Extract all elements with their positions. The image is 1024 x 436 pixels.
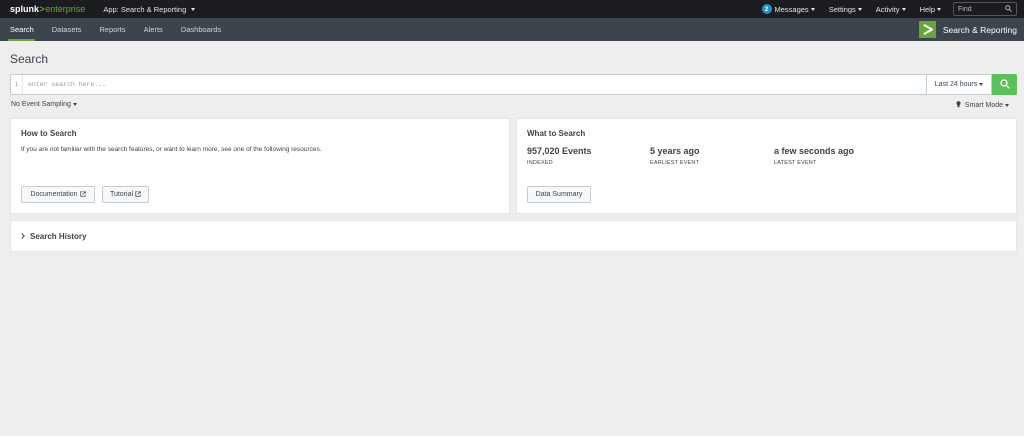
app-chevron-icon bbox=[918, 21, 936, 38]
caret-down-icon bbox=[937, 7, 941, 11]
settings-menu[interactable]: Settings bbox=[829, 5, 862, 14]
lightbulb-icon bbox=[956, 101, 961, 110]
documentation-button[interactable]: Documentation bbox=[21, 186, 95, 203]
caret-down-icon bbox=[191, 7, 196, 11]
messages-menu[interactable]: 2 Messages bbox=[761, 4, 815, 14]
search-field: 1 bbox=[10, 74, 926, 95]
search-button[interactable] bbox=[992, 74, 1017, 95]
documentation-label: Documentation bbox=[30, 191, 78, 198]
line-number: 1 bbox=[11, 75, 23, 94]
stat-value: 957,020 Events bbox=[527, 146, 592, 156]
help-menu[interactable]: Help bbox=[920, 5, 941, 14]
caret-down-icon bbox=[810, 7, 815, 11]
help-label: Help bbox=[919, 4, 935, 14]
search-bar: 1 Last 24 hours bbox=[10, 74, 1017, 95]
what-to-search-title: What to Search bbox=[527, 129, 586, 138]
stat-label: INDEXED bbox=[527, 160, 553, 166]
tab-datasets[interactable]: Datasets bbox=[43, 18, 91, 41]
how-to-search-text: If you are not familiar with the search … bbox=[21, 146, 322, 153]
tab-reports[interactable]: Reports bbox=[90, 18, 134, 41]
app-menu[interactable]: App: Search & Reporting bbox=[103, 4, 196, 14]
caret-down-icon bbox=[72, 103, 77, 106]
tab-dashboards[interactable]: Dashboards bbox=[172, 18, 230, 41]
caret-down-icon bbox=[979, 83, 984, 86]
stat-latest-event: a few seconds ago LATEST EVENT bbox=[774, 146, 854, 166]
search-icon[interactable] bbox=[1005, 4, 1012, 14]
tutorial-label: Tutorial bbox=[109, 191, 134, 198]
how-to-search-title: How to Search bbox=[21, 129, 77, 138]
event-sampling-dropdown[interactable]: No Event Sampling bbox=[11, 101, 77, 108]
activity-label: Activity bbox=[875, 4, 900, 14]
tutorial-button[interactable]: Tutorial bbox=[102, 186, 149, 203]
search-history-panel: Search History bbox=[10, 220, 1017, 252]
event-sampling-label: No Event Sampling bbox=[11, 101, 71, 108]
caret-down-icon bbox=[901, 7, 906, 11]
activity-menu[interactable]: Activity bbox=[876, 5, 906, 14]
stat-value: 5 years ago bbox=[650, 146, 700, 156]
find-box bbox=[953, 2, 1017, 16]
app-nav-bar: Search Datasets Reports Alerts Dashboard… bbox=[0, 18, 1024, 41]
search-input[interactable] bbox=[23, 75, 926, 94]
search-icon bbox=[999, 78, 1010, 91]
stat-indexed: 957,020 Events INDEXED bbox=[527, 146, 592, 166]
search-history-title: Search History bbox=[30, 232, 87, 241]
app-menu-label: App: Search & Reporting bbox=[103, 4, 187, 14]
stat-earliest-event: 5 years ago EARLIEST EVENT bbox=[650, 146, 700, 166]
page-title: Search bbox=[10, 52, 49, 66]
app-title-label: Search & Reporting bbox=[942, 24, 1017, 35]
tab-search[interactable]: Search bbox=[0, 18, 43, 41]
splunk-logo[interactable]: splunk > enterprise bbox=[10, 4, 85, 14]
stat-value: a few seconds ago bbox=[774, 146, 855, 156]
time-range-picker[interactable]: Last 24 hours bbox=[926, 74, 992, 95]
messages-count-badge: 2 bbox=[761, 4, 772, 14]
tab-alerts[interactable]: Alerts bbox=[135, 18, 172, 41]
stat-label: EARLIEST EVENT bbox=[650, 160, 700, 166]
external-link-icon bbox=[79, 190, 86, 199]
find-input[interactable] bbox=[958, 5, 1002, 13]
time-range-label: Last 24 hours bbox=[934, 81, 978, 88]
how-to-search-panel: How to Search If you are not familiar wi… bbox=[10, 118, 510, 214]
search-mode-dropdown[interactable]: Smart Mode bbox=[956, 101, 1009, 110]
what-to-search-panel: What to Search 957,020 Events INDEXED 5 … bbox=[516, 118, 1017, 214]
external-link-icon bbox=[135, 190, 141, 199]
data-summary-button[interactable]: Data Summary bbox=[527, 186, 591, 203]
caret-down-icon bbox=[1005, 104, 1009, 107]
chevron-right-icon bbox=[21, 232, 25, 241]
app-title[interactable]: Search & Reporting bbox=[918, 21, 1017, 38]
search-mode-label: Smart Mode bbox=[964, 102, 1003, 109]
settings-label: Settings bbox=[828, 4, 856, 14]
stat-label: LATEST EVENT bbox=[774, 160, 817, 166]
search-history-toggle[interactable]: Search History bbox=[21, 232, 86, 241]
messages-label: Messages bbox=[774, 4, 809, 14]
top-bar: splunk > enterprise App: Search & Reportin… bbox=[0, 0, 1024, 18]
caret-down-icon bbox=[857, 7, 862, 11]
